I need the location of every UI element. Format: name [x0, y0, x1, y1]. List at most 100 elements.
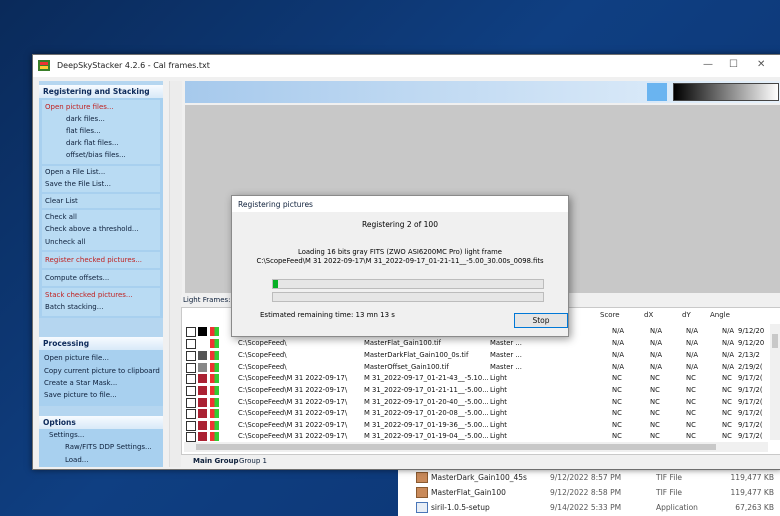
row-checkbox[interactable]: [186, 398, 196, 408]
flat-files-link[interactable]: flat files...: [66, 127, 101, 135]
tab-group-1[interactable]: Group 1: [239, 457, 267, 465]
open-file-list-link[interactable]: Open a File List...: [45, 168, 105, 176]
title-bar[interactable]: DeepSkyStacker 4.2.6 - Cal frames.txt — …: [33, 55, 780, 77]
window-title: DeepSkyStacker 4.2.6 - Cal frames.txt: [57, 61, 210, 70]
scrollbar-thumb[interactable]: [196, 444, 716, 450]
frame-thumbnail: [198, 398, 207, 407]
cell-file: M 31_2022-09-17_01-21-11__-5.00...: [364, 386, 489, 394]
dark-files-link[interactable]: dark files...: [66, 115, 105, 123]
open-picture-file-link[interactable]: Open picture file...: [44, 354, 109, 362]
explorer-row[interactable]: MasterFlat_Gain100 9/12/2022 8:58 PM TIF…: [398, 485, 780, 500]
scrollbar-thumb[interactable]: [772, 334, 778, 348]
table-row[interactable]: C:\ScopeFeed\M 31 2022-09-17\ M 31_2022-0…: [182, 397, 770, 409]
frame-thumbnail: [198, 339, 207, 348]
registering-dialog: Registering pictures Registering 2 of 10…: [231, 195, 569, 337]
cell-type: Light: [490, 432, 507, 440]
frame-thumbnail: [198, 327, 207, 336]
explorer-row[interactable]: MasterDark_Gain100_45s 9/12/2022 8:57 PM…: [398, 470, 780, 485]
table-row[interactable]: C:\ScopeFeed\M 31 2022-09-17\ M 31_2022-0…: [182, 431, 770, 443]
cell-dx: NC: [650, 386, 660, 394]
uncheck-all-link[interactable]: Uncheck all: [45, 238, 85, 246]
dark-flat-files-link[interactable]: dark flat files...: [66, 139, 119, 147]
row-checkbox[interactable]: [186, 351, 196, 361]
cell-date: 9/17/2(: [738, 374, 763, 382]
cell-path: C:\ScopeFeed\M 31 2022-09-17\: [238, 421, 348, 429]
col-score[interactable]: Score: [600, 311, 620, 319]
settings-link[interactable]: Settings...: [49, 431, 84, 439]
cell-dy: N/A: [686, 339, 699, 347]
row-checkbox[interactable]: [186, 421, 196, 431]
cell-date: 2/19/2(: [738, 363, 763, 371]
check-above-threshold-link[interactable]: Check above a threshold...: [45, 225, 139, 233]
row-checkbox[interactable]: [186, 363, 196, 373]
cell-file: M 31_2022-09-17_01-21-43__-5.10...: [364, 374, 489, 382]
cell-type: Master ...: [490, 339, 522, 347]
frame-type-icon: [210, 432, 219, 441]
frame-type-icon: [210, 339, 219, 348]
minimize-button[interactable]: —: [703, 59, 713, 70]
create-star-mask-link[interactable]: Create a Star Mask...: [44, 379, 117, 387]
check-all-link[interactable]: Check all: [45, 213, 77, 221]
frame-type-icon: [210, 398, 219, 407]
tif-file-icon: [416, 472, 428, 483]
row-checkbox[interactable]: [186, 409, 196, 419]
cell-file: M 31_2022-09-17_01-20-40__-5.00...: [364, 398, 489, 406]
cell-date: 9/17/2(: [738, 421, 763, 429]
row-checkbox[interactable]: [186, 374, 196, 384]
cell-angle: NC: [722, 386, 732, 394]
cell-score: N/A: [612, 351, 625, 359]
table-row[interactable]: C:\ScopeFeed\ MasterFlat_Gain100.tif Maste…: [182, 338, 770, 350]
cell-angle: N/A: [722, 339, 735, 347]
cell-angle: NC: [722, 432, 732, 440]
offset-bias-files-link[interactable]: offset/bias files...: [66, 151, 126, 159]
table-row[interactable]: C:\ScopeFeed\M 31 2022-09-17\ M 31_2022-0…: [182, 408, 770, 420]
clear-list-section: Clear List: [42, 194, 160, 208]
clear-list-link[interactable]: Clear List: [45, 197, 78, 205]
compute-offsets-link[interactable]: Compute offsets...: [45, 274, 109, 282]
load-link[interactable]: Load...: [65, 456, 88, 464]
stop-button[interactable]: Stop: [514, 313, 568, 328]
row-checkbox[interactable]: [186, 432, 196, 442]
cell-dy: NC: [686, 374, 696, 382]
stack-checked-link[interactable]: Stack checked pictures...: [45, 291, 133, 299]
table-vertical-scrollbar[interactable]: [770, 324, 780, 440]
col-angle[interactable]: Angle: [710, 311, 730, 319]
explorer-row[interactable]: siril-1.0.5-setup 9/14/2022 5:33 PM Appl…: [398, 500, 780, 515]
cell-score: N/A: [612, 339, 625, 347]
open-picture-files-link[interactable]: Open picture files...: [45, 103, 114, 111]
cell-date: 2/13/2: [738, 351, 760, 359]
row-checkbox[interactable]: [186, 386, 196, 396]
options-group: Settings... Raw/FITS DDP Settings... Loa…: [39, 429, 163, 467]
table-row[interactable]: C:\ScopeFeed\M 31 2022-09-17\ M 31_2022-0…: [182, 373, 770, 385]
cell-score: NC: [612, 386, 622, 394]
cell-score: NC: [612, 409, 622, 417]
table-horizontal-scrollbar[interactable]: [184, 442, 768, 452]
row-checkbox[interactable]: [186, 327, 196, 337]
cell-dx: NC: [650, 409, 660, 417]
tab-main-group[interactable]: Main Group: [193, 457, 239, 465]
table-row[interactable]: C:\ScopeFeed\M 31 2022-09-17\ M 31_2022-0…: [182, 420, 770, 432]
register-checked-link[interactable]: Register checked pictures...: [45, 256, 142, 264]
cell-path: C:\ScopeFeed\: [238, 339, 287, 347]
cell-dy: NC: [686, 386, 696, 394]
four-corners-icon[interactable]: [647, 83, 667, 101]
table-row[interactable]: C:\ScopeFeed\M 31 2022-09-17\ M 31_2022-0…: [182, 385, 770, 397]
maximize-button[interactable]: ☐: [729, 59, 738, 70]
close-button[interactable]: ✕: [757, 59, 765, 70]
table-row[interactable]: C:\ScopeFeed\ MasterDarkFlat_Gain100_0s.t…: [182, 350, 770, 362]
col-dx[interactable]: dX: [644, 311, 653, 319]
cell-path: C:\ScopeFeed\: [238, 351, 287, 359]
histogram-gradient-slider[interactable]: [673, 83, 779, 101]
raw-fits-settings-link[interactable]: Raw/FITS DDP Settings...: [65, 443, 152, 451]
col-dy[interactable]: dY: [682, 311, 691, 319]
batch-stacking-link[interactable]: Batch stacking...: [45, 303, 103, 311]
processing-header: Processing: [39, 337, 163, 350]
cell-date: 9/17/2(: [738, 432, 763, 440]
save-picture-link[interactable]: Save picture to file...: [44, 391, 117, 399]
row-checkbox[interactable]: [186, 339, 196, 349]
table-row[interactable]: C:\ScopeFeed\ MasterOffset_Gain100.tif Mas…: [182, 362, 770, 374]
cell-score: NC: [612, 432, 622, 440]
cell-angle: NC: [722, 409, 732, 417]
copy-to-clipboard-link[interactable]: Copy current picture to clipboard: [44, 367, 160, 375]
save-file-list-link[interactable]: Save the File List...: [45, 180, 111, 188]
